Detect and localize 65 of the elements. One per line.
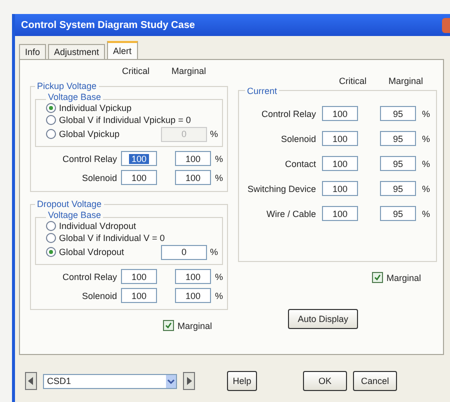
input-field[interactable]: 95: [380, 206, 416, 221]
radio-label: Global Vpickup: [59, 129, 120, 139]
input-field[interactable]: 100: [174, 151, 211, 166]
radio-label: Individual Vpickup: [59, 103, 132, 113]
unit-label: %: [214, 154, 223, 164]
row-label: Control Relay: [261, 108, 316, 118]
input-field[interactable]: 100: [322, 131, 358, 146]
radio-label: Global Vdropout: [59, 247, 124, 257]
input-field[interactable]: 100: [174, 288, 211, 303]
checkbox-label: Marginal: [386, 272, 421, 282]
input-field[interactable]: 100: [120, 151, 157, 166]
group-title: Dropout Voltage: [35, 199, 104, 209]
input-field[interactable]: 95: [380, 156, 416, 171]
column-header: Critical: [122, 66, 150, 78]
group-title: Current: [245, 86, 280, 96]
window-title: Control System Diagram Study Case: [21, 20, 195, 30]
checkbox-label: Marginal: [177, 320, 212, 330]
input-field[interactable]: 100: [120, 269, 157, 284]
column-header: Marginal: [388, 76, 423, 88]
row-label: Control Relay: [62, 272, 117, 282]
column-header: Critical: [338, 76, 366, 88]
input-field[interactable]: 95: [380, 106, 416, 121]
row-label: Contact: [284, 158, 316, 168]
tab[interactable]: Alert: [107, 41, 138, 59]
input-field[interactable]: 0: [160, 244, 207, 260]
row-label: Solenoid: [280, 134, 316, 144]
unit-label: %: [422, 208, 430, 218]
input-field[interactable]: 95: [380, 131, 416, 146]
radio-label: Individual Vdropout: [59, 221, 136, 231]
row-label: Control Relay: [62, 154, 117, 164]
case-dropdown[interactable]: CSD1: [43, 374, 177, 388]
unit-label: %: [422, 108, 430, 118]
unit-label: %: [214, 290, 223, 300]
column-header: Marginal: [171, 66, 206, 78]
input-field[interactable]: 100: [322, 181, 358, 196]
unit-label: %: [210, 129, 218, 139]
input-field[interactable]: 100: [322, 206, 358, 221]
unit-label: %: [210, 247, 218, 257]
tab[interactable]: Adjustment: [48, 44, 106, 59]
row-label: Solenoid: [82, 290, 117, 300]
unit-label: %: [422, 158, 430, 168]
radio-label: Global V if Individual V = 0: [59, 233, 165, 243]
dialog-button[interactable]: OK: [303, 371, 347, 391]
group-title: Voltage Base: [46, 210, 104, 220]
input-field[interactable]: 95: [380, 181, 416, 196]
input-field[interactable]: 100: [174, 170, 211, 185]
tab[interactable]: Info: [19, 44, 46, 59]
group-title: Pickup Voltage: [35, 81, 99, 91]
auto-display-button[interactable]: Auto Display: [288, 309, 358, 329]
input-field[interactable]: 100: [174, 269, 211, 284]
unit-label: %: [214, 272, 223, 282]
group-title: Voltage Base: [46, 92, 104, 102]
unit-label: %: [422, 184, 430, 194]
input-field[interactable]: 100: [120, 170, 157, 185]
unit-label: %: [214, 172, 223, 182]
input-field[interactable]: 100: [120, 288, 157, 303]
unit-label: %: [422, 134, 430, 144]
dialog-button[interactable]: Help: [227, 371, 257, 391]
input-field[interactable]: 100: [322, 156, 358, 171]
row-label: Switching Device: [247, 184, 316, 194]
input-field[interactable]: 100: [322, 106, 358, 121]
radio-label: Global V if Individual Vpickup = 0: [59, 115, 191, 125]
row-label: Wire / Cable: [266, 208, 316, 218]
dialog-button[interactable]: Cancel: [353, 371, 397, 391]
row-label: Solenoid: [82, 172, 117, 182]
